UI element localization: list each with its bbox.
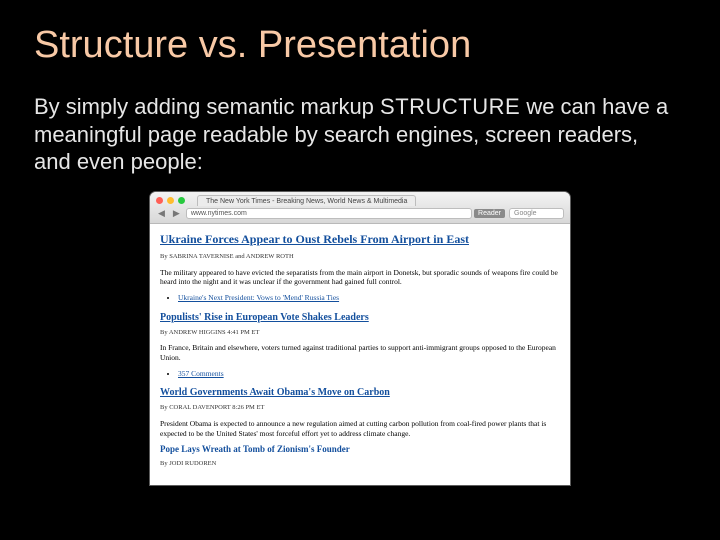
back-button[interactable]: ◀: [156, 208, 167, 219]
byline: By ANDREW HIGGINS 4:41 PM ET: [160, 329, 560, 337]
zoom-icon[interactable]: [178, 197, 185, 204]
address-bar[interactable]: www.nytimes.com: [186, 208, 472, 219]
paragraph: President Obama is expected to announce …: [160, 419, 560, 439]
forward-button[interactable]: ▶: [171, 208, 182, 219]
related-link[interactable]: Ukraine's Next President: Vows to 'Mend'…: [178, 293, 339, 302]
byline: By SABRINA TAVERNISE and ANDREW ROTH: [160, 253, 560, 261]
minimize-icon[interactable]: [167, 197, 174, 204]
close-icon[interactable]: [156, 197, 163, 204]
list-item: Ukraine's Next President: Vows to 'Mend'…: [178, 293, 560, 303]
comments-link[interactable]: 357 Comments: [178, 369, 224, 378]
page-content: Ukraine Forces Appear to Oust Rebels Fro…: [150, 224, 570, 485]
search-field[interactable]: Google: [509, 208, 564, 219]
screenshot-container: The New York Times - Breaking News, Worl…: [34, 192, 686, 485]
secondary-headline[interactable]: Populists' Rise in European Vote Shakes …: [160, 311, 560, 324]
browser-window: The New York Times - Breaking News, Worl…: [150, 192, 570, 485]
slide-lead: By simply adding semantic markup STRUCTU…: [34, 93, 674, 176]
slide-title: Structure vs. Presentation: [34, 24, 686, 67]
byline: By CORAL DAVENPORT 8:26 PM ET: [160, 404, 560, 412]
tertiary-headline[interactable]: Pope Lays Wreath at Tomb of Zionism's Fo…: [160, 444, 560, 456]
lead-emphasis: STRUCTURE: [380, 94, 520, 119]
browser-chrome: The New York Times - Breaking News, Worl…: [150, 192, 570, 224]
browser-tab[interactable]: The New York Times - Breaking News, Worl…: [197, 195, 416, 206]
lead-pre: By simply adding semantic markup: [34, 94, 380, 119]
main-headline[interactable]: Ukraine Forces Appear to Oust Rebels Fro…: [160, 232, 560, 248]
related-list: 357 Comments: [178, 369, 560, 379]
related-list: Ukraine's Next President: Vows to 'Mend'…: [178, 293, 560, 303]
reader-button[interactable]: Reader: [474, 209, 505, 218]
secondary-headline[interactable]: World Governments Await Obama's Move on …: [160, 386, 560, 399]
paragraph: In France, Britain and elsewhere, voters…: [160, 343, 560, 363]
list-item: 357 Comments: [178, 369, 560, 379]
byline: By JODI RUDOREN: [160, 460, 560, 468]
lede-paragraph: The military appeared to have evicted th…: [160, 268, 560, 288]
